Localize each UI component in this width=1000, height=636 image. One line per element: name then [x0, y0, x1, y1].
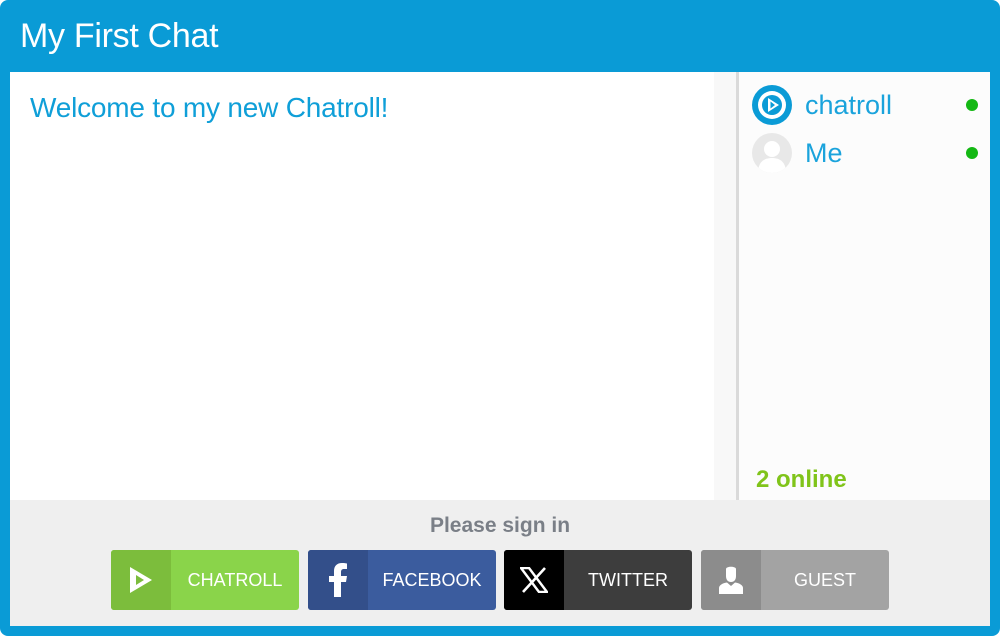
message-area[interactable]: Welcome to my new Chatroll! — [10, 72, 714, 500]
user-list-item-me[interactable]: Me — [752, 132, 980, 174]
chatroll-logo-icon — [752, 85, 792, 125]
signin-prompt: Please sign in — [429, 514, 571, 537]
welcome-message: Welcome to my new Chatroll! — [30, 92, 389, 123]
chatroll-logo-icon — [111, 550, 171, 610]
title-bar: My First Chat — [0, 0, 1000, 72]
chat-widget: My First Chat Welcome to my new Chatroll… — [0, 0, 1000, 636]
online-status-icon — [966, 147, 978, 159]
online-count: 2 online — [756, 466, 847, 493]
chat-title: My First Chat — [20, 16, 219, 55]
signin-panel: Please sign in CHATROLL FACEBOOK TWITTER… — [10, 500, 990, 626]
signin-twitter-label: TWITTER — [588, 569, 668, 590]
signin-guest-button[interactable]: GUEST — [701, 550, 889, 610]
signin-chatroll-label: CHATROLL — [187, 569, 283, 590]
x-logo-icon — [504, 550, 564, 610]
user-name: Me — [805, 137, 843, 168]
signin-guest-label: GUEST — [793, 569, 856, 590]
user-list: chatroll Me 2 online — [736, 72, 990, 500]
user-list-item-chatroll[interactable]: chatroll — [752, 84, 980, 126]
chat-content: Welcome to my new Chatroll! chatroll Me … — [10, 72, 990, 626]
signin-facebook-button[interactable]: FACEBOOK — [308, 550, 496, 610]
facebook-icon — [308, 550, 368, 610]
online-status-icon — [966, 99, 978, 111]
signin-facebook-label: FACEBOOK — [382, 569, 482, 590]
default-user-avatar-icon — [752, 133, 792, 173]
signin-chatroll-button[interactable]: CHATROLL — [111, 550, 299, 610]
user-name: chatroll — [805, 89, 893, 120]
person-icon — [701, 550, 761, 610]
message-scrollbar[interactable] — [714, 72, 736, 500]
signin-twitter-button[interactable]: TWITTER — [504, 550, 692, 610]
